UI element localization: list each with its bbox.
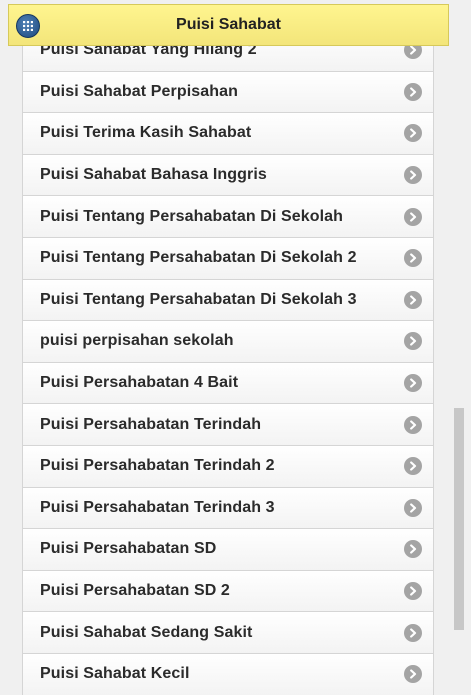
list-item[interactable]: Puisi Sahabat Perpisahan	[22, 71, 434, 114]
list-item-label: Puisi Sahabat Bahasa Inggris	[40, 166, 267, 184]
chevron-right-icon	[404, 249, 422, 268]
list-item-label: Puisi Sahabat Kecil	[40, 665, 190, 683]
chevron-right-icon	[404, 665, 422, 684]
list-item-label: Puisi Persahabatan SD	[40, 540, 217, 558]
chevron-right-icon	[404, 124, 422, 143]
list-item[interactable]: Puisi Persahabatan 4 Bait	[22, 362, 434, 405]
chevron-right-icon	[404, 82, 422, 101]
background	[0, 0, 22, 695]
poem-list: Puisi Sahabat Yang Hilang 2 Puisi Sahaba…	[22, 30, 434, 695]
chevron-right-icon	[404, 582, 422, 601]
list-item-label: Puisi Sahabat Sedang Sakit	[40, 623, 253, 641]
list-item-label: Puisi Persahabatan Terindah	[40, 415, 262, 433]
list-item-label: Puisi Sahabat Perpisahan	[40, 82, 239, 100]
list-item-label: Puisi Persahabatan SD 2	[40, 582, 230, 600]
list-item[interactable]: puisi perpisahan sekolah	[22, 321, 434, 363]
chevron-right-icon	[404, 623, 422, 642]
list-item[interactable]: Puisi Sahabat Bahasa Inggris	[22, 154, 434, 197]
list-item-label: Puisi Tentang Persahabatan Di Sekolah	[40, 207, 344, 225]
chevron-right-icon	[404, 457, 422, 476]
list-item-label: Puisi Tentang Persahabatan Di Sekolah 2	[40, 249, 357, 267]
list-item[interactable]: Puisi Persahabatan Terindah 2	[22, 445, 434, 488]
list-item-label: Puisi Persahabatan 4 Bait	[40, 374, 239, 392]
chevron-right-icon	[404, 415, 422, 434]
list-item-label: Puisi Tentang Persahabatan Di Sekolah 3	[40, 290, 357, 308]
chevron-right-icon	[404, 166, 422, 185]
chevron-right-icon	[404, 290, 422, 309]
chevron-right-icon	[404, 498, 422, 517]
chevron-right-icon	[404, 374, 422, 393]
scrollbar-thumb[interactable]	[454, 408, 464, 630]
scrollbar[interactable]	[452, 16, 466, 694]
list-item[interactable]: Puisi Tentang Persahabatan Di Sekolah 2	[22, 237, 434, 280]
list-item[interactable]: Puisi Persahabatan Terindah	[22, 404, 434, 446]
list-item[interactable]: Puisi Persahabatan Terindah 3	[22, 487, 434, 530]
chevron-right-icon	[404, 540, 422, 559]
list-item-label: Puisi Persahabatan Terindah 2	[40, 457, 275, 475]
chevron-right-icon	[404, 332, 422, 351]
list-item-label: Puisi Persahabatan Terindah 3	[40, 498, 275, 516]
list-item[interactable]: Puisi Tentang Persahabatan Di Sekolah 3	[22, 279, 434, 322]
chevron-right-icon	[404, 207, 422, 226]
list-item[interactable]: Puisi Persahabatan SD 2	[22, 570, 434, 613]
page-title: Puisi Sahabat	[176, 16, 281, 33]
list-item[interactable]: Puisi Sahabat Sedang Sakit	[22, 612, 434, 654]
list-viewport: Puisi Sahabat Yang Hilang 2 Puisi Sahaba…	[22, 30, 434, 695]
app-header: Puisi Sahabat	[8, 4, 449, 46]
list-item[interactable]: Puisi Persahabatan SD	[22, 529, 434, 571]
list-item[interactable]: Puisi Sahabat Kecil	[22, 653, 434, 695]
list-item[interactable]: Puisi Tentang Persahabatan Di Sekolah	[22, 196, 434, 238]
list-item-label: Puisi Terima Kasih Sahabat	[40, 124, 252, 142]
list-item[interactable]: Puisi Terima Kasih Sahabat	[22, 113, 434, 155]
list-item-label: puisi perpisahan sekolah	[40, 332, 234, 350]
